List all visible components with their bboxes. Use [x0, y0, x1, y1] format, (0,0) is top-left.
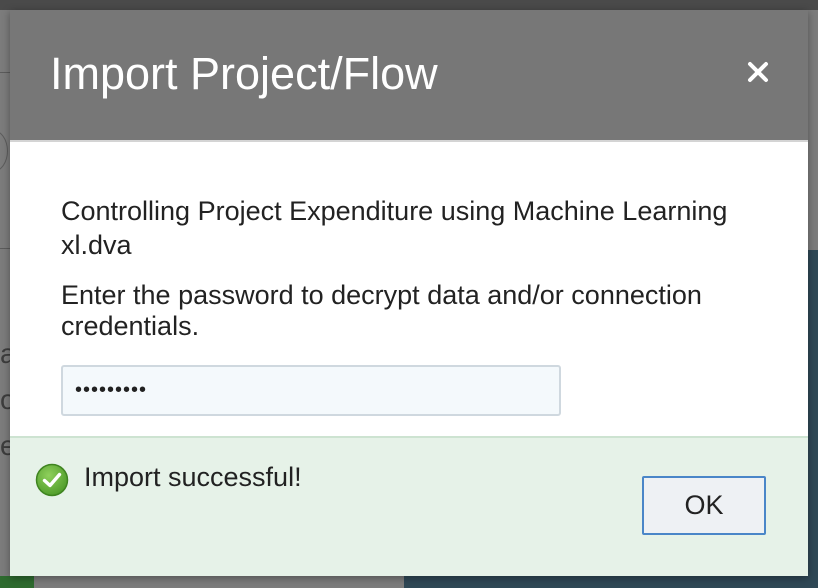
close-icon: [748, 62, 768, 82]
background-topbar: [0, 0, 818, 10]
background-partial-text: e: [0, 430, 10, 461]
import-status-message: Import successful!: [84, 462, 302, 492]
dialog-header: Import Project/Flow: [10, 10, 808, 140]
background-blue-panel: [404, 576, 818, 588]
dialog-body: Controlling Project Expenditure using Ma…: [10, 142, 808, 436]
background-partial-text: a: [0, 338, 10, 369]
imported-file-name: Controlling Project Expenditure using Ma…: [61, 196, 728, 260]
ok-button[interactable]: OK: [642, 476, 766, 535]
check-circle-icon: [35, 463, 69, 497]
background-blue-panel: [808, 250, 818, 588]
dialog-footer: Import successful! OK: [10, 436, 808, 576]
background-green-strip: [0, 576, 34, 588]
password-field[interactable]: [61, 365, 561, 416]
password-prompt-label: Enter the password to decrypt data and/o…: [61, 280, 702, 341]
background-partial-text: o: [0, 384, 10, 415]
import-dialog: Import Project/Flow Controlling Project …: [10, 10, 808, 576]
close-button[interactable]: [740, 54, 776, 90]
dialog-title: Import Project/Flow: [50, 48, 438, 99]
